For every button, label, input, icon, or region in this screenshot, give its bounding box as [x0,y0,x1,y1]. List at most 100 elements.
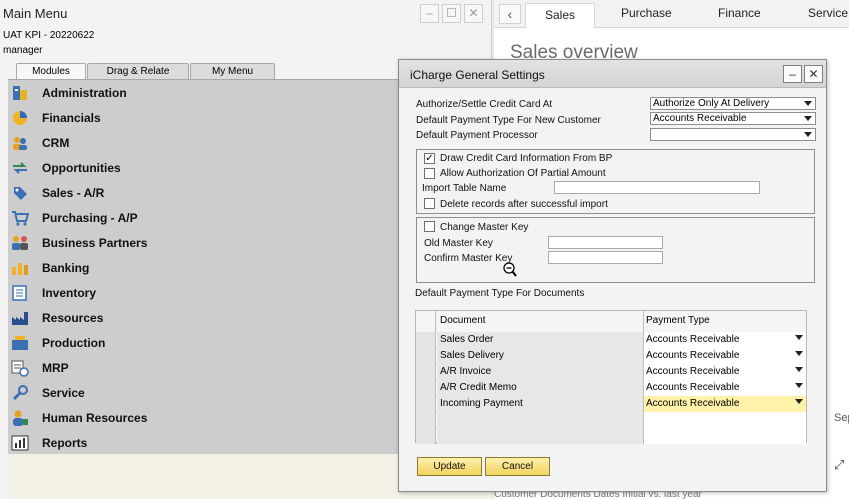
sales-icon [11,184,29,202]
chevron-left-icon: ‹ [507,6,513,22]
opportunities-icon [11,159,29,177]
row-header[interactable] [416,396,436,412]
financials-icon [11,109,29,127]
document-cell: A/R Invoice [437,364,644,380]
allow-partial-checkbox[interactable] [424,168,435,179]
tab-drag-relate[interactable]: Drag & Relate [87,63,189,80]
row-header[interactable] [416,332,436,348]
tab-my-menu[interactable]: My Menu [190,63,275,80]
import-table-label: Import Table Name [422,183,507,194]
banking-icon [11,259,29,277]
document-cell: Incoming Payment [437,396,644,412]
table-row[interactable]: A/R Invoice Accounts Receivable [416,364,806,380]
processor-label: Default Payment Processor [416,130,538,141]
dialog-title: iCharge General Settings [410,68,545,82]
dropdown-arrow-icon [804,132,812,137]
dialog-titlebar[interactable]: iCharge General Settings ‒ ✕ [399,60,826,88]
close-button[interactable]: ✕ [464,4,483,23]
dialog-minimize-button[interactable]: ‒ [783,65,802,83]
payment-type-label: Default Payment Type For New Customer [416,115,601,126]
payment-type-cell[interactable]: Accounts Receivable [644,332,806,348]
authorize-label: Authorize/Settle Credit Card At [416,99,553,110]
document-cell: A/R Credit Memo [437,380,644,396]
administration-icon [11,84,29,102]
confirm-key-label: Confirm Master Key [424,253,513,264]
business-partners-icon [11,234,29,252]
document-cell [437,428,644,444]
table-row-empty[interactable] [416,428,806,444]
purchasing-icon [11,209,30,227]
dialog-close-button[interactable]: ✕ [804,65,823,83]
zoom-cursor-icon [503,262,517,278]
import-table-input[interactable] [554,181,760,194]
table-row[interactable]: Sales Order Accounts Receivable [416,332,806,348]
payment-type-cell[interactable]: Accounts Receivable [644,380,806,396]
grid-corner [416,311,436,332]
expand-icon[interactable]: ⤢ [834,457,844,473]
document-cell: Sales Order [437,332,644,348]
resources-icon [11,309,29,327]
delete-records-checkbox[interactable] [424,198,435,209]
payment-type-cell[interactable]: Accounts Receivable [644,348,806,364]
dropdown-arrow-icon [795,351,803,356]
cancel-button[interactable]: Cancel [485,457,550,476]
company-name: UAT KPI - 20220622 [3,30,95,41]
icharge-settings-dialog: iCharge General Settings ‒ ✕ Authorize/S… [398,59,827,492]
user-name: manager [3,45,43,56]
processor-select[interactable] [650,128,816,141]
table-row[interactable]: Incoming Payment Accounts Receivable [416,396,806,412]
tab-service[interactable]: Service [808,6,848,20]
dropdown-arrow-icon [804,116,812,121]
payment-type-cell-selected[interactable]: Accounts Receivable [644,396,806,412]
documents-grid: Document Payment Type Sales Order Accoun… [415,310,807,444]
old-key-input[interactable] [548,236,663,249]
inventory-icon [11,284,29,302]
dropdown-arrow-icon [795,383,803,388]
human-resources-icon [11,409,29,427]
table-row[interactable]: A/R Credit Memo Accounts Receivable [416,380,806,396]
dropdown-arrow-icon [795,367,803,372]
tab-sales[interactable]: Sales [525,3,595,28]
mrp-icon [11,359,29,377]
row-header[interactable] [416,364,436,380]
maximize-button[interactable]: ☐ [442,4,461,23]
payment-type-cell[interactable]: Accounts Receivable [644,364,806,380]
row-header[interactable] [416,412,436,428]
column-header-document[interactable]: Document [437,311,644,332]
payment-type-select[interactable]: Accounts Receivable [650,112,816,125]
row-header[interactable] [416,348,436,364]
column-header-payment-type[interactable]: Payment Type [644,311,806,332]
main-menu-title: Main Menu [3,6,68,21]
table-row-empty[interactable] [416,412,806,428]
checkmark-icon: ✓ [425,153,434,164]
document-cell [437,412,644,428]
authorize-select[interactable]: Authorize Only At Delivery [650,97,816,110]
payment-type-cell[interactable] [644,412,806,428]
reports-icon [11,434,29,452]
confirm-key-input[interactable] [548,251,663,264]
cockpit-side-text: Sep [834,412,849,424]
row-header[interactable] [416,380,436,396]
change-key-checkbox[interactable] [424,221,435,232]
row-header[interactable] [416,428,436,444]
crm-icon [11,134,29,152]
cockpit-back-button[interactable]: ‹ [499,4,521,24]
tab-finance[interactable]: Finance [718,6,761,20]
grid-header: Document Payment Type [416,311,806,332]
update-button[interactable]: Update [417,457,482,476]
dropdown-arrow-icon [795,335,803,340]
close-icon: ✕ [808,67,819,81]
table-row[interactable]: Sales Delivery Accounts Receivable [416,348,806,364]
tab-purchase[interactable]: Purchase [621,6,672,20]
minimize-button[interactable]: ‒ [420,4,439,23]
payment-type-cell[interactable] [644,428,806,444]
service-icon [11,384,29,402]
dropdown-arrow-icon [804,101,812,106]
draw-cc-checkbox[interactable]: ✓ [424,153,435,164]
minimize-icon: ‒ [789,67,796,81]
allow-partial-label: Allow Authorization Of Partial Amount [440,168,606,179]
documents-section-label: Default Payment Type For Documents [415,288,585,299]
production-icon [11,334,29,352]
document-cell: Sales Delivery [437,348,644,364]
dropdown-arrow-icon [795,399,803,404]
